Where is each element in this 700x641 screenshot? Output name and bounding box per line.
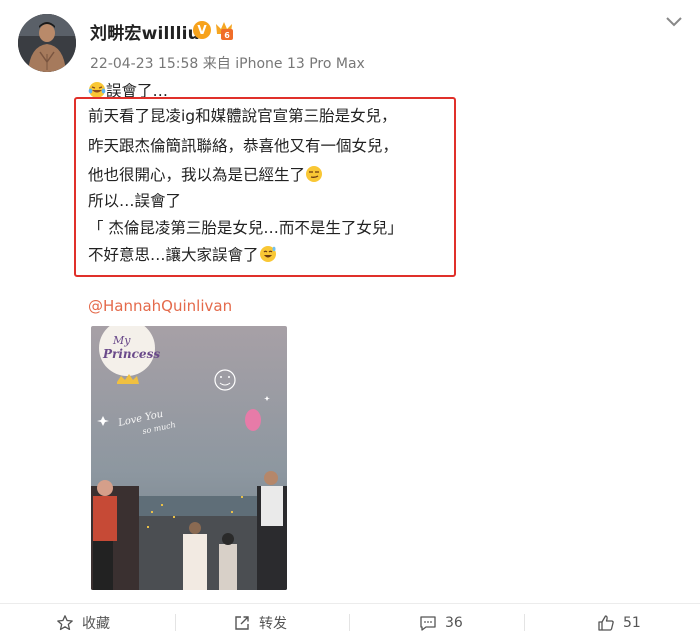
post-footer: 收藏 转发 36 51 [0,603,700,641]
highlight-box [74,97,456,277]
vip-level-icon: 6 [213,20,235,41]
verified-badge-icon: V [193,21,211,39]
sticker-bottom-text: Princess [102,347,160,361]
avatar[interactable] [18,14,76,72]
repost-icon [235,615,249,630]
star-icon [57,614,73,630]
mention-link[interactable]: @HannahQuinlivan [88,297,232,315]
comment-count: 36 [445,614,463,631]
post-image[interactable]: My Princess Love You so much [91,326,287,590]
favorite-button[interactable]: 收藏 [56,604,110,641]
post-meta: 22-04-23 15:58 来自 iPhone 13 Pro Max [90,56,365,72]
post-header: 刘畊宏willliu V 6 22-04-23 15:58 来自 iPhone … [0,0,700,80]
sticker-top-text: My [112,334,131,347]
favorite-label: 收藏 [82,615,110,632]
like-button[interactable]: 51 [597,604,641,641]
comment-button[interactable]: 36 [419,604,463,641]
balloon-icon [245,409,261,431]
thumbs-up-icon [598,614,614,631]
svg-text:6: 6 [224,31,230,40]
divider [175,614,176,631]
like-count: 51 [623,614,641,631]
divider [524,614,525,631]
username[interactable]: 刘畊宏willliu [90,19,200,44]
comment-icon [420,615,436,631]
repost-button[interactable]: 转发 [233,604,287,641]
repost-label: 转发 [259,615,287,632]
divider [349,614,350,631]
chevron-down-icon[interactable] [664,14,684,28]
